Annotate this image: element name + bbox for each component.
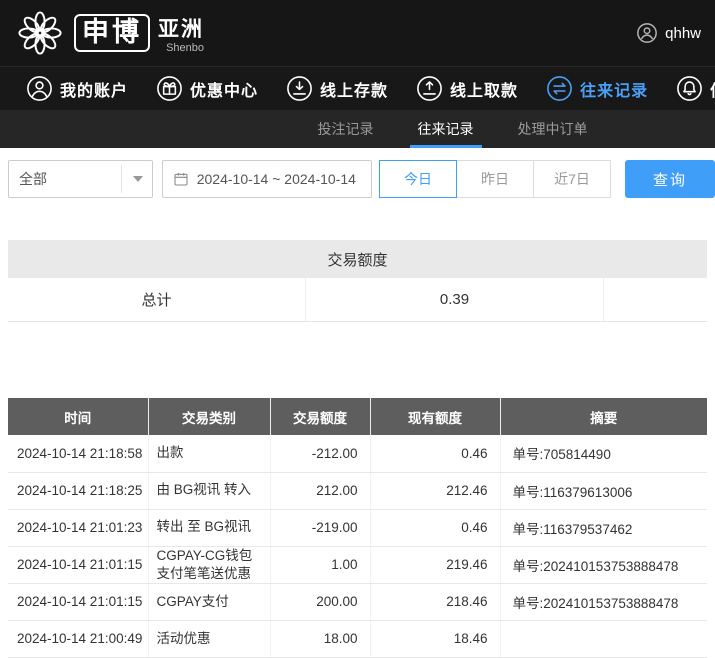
column-header-1: 交易类别 <box>148 398 270 435</box>
table-cell: 单号:202410153753888478 <box>500 546 707 583</box>
table-cell: 219.46 <box>370 546 500 583</box>
quick-button-yesterday[interactable]: 昨日 <box>456 160 534 198</box>
table-row: 2024-10-14 21:01:23转出 至 BG视讯-219.000.46单… <box>8 509 707 546</box>
chevron-down-icon <box>133 176 143 182</box>
nav-item-withdraw[interactable]: 线上取款 <box>416 75 518 102</box>
table-cell: 18.46 <box>370 620 500 657</box>
table-row: 2024-10-14 21:00:49活动优惠18.0018.46 <box>8 620 707 657</box>
records-table: 时间交易类别交易额度现有额度摘要 2024-10-14 21:18:58出款-2… <box>8 398 707 658</box>
table-cell: 单号:116379613006 <box>500 472 707 509</box>
tab-pending-orders[interactable]: 处理中订单 <box>510 110 596 148</box>
table-cell: 2024-10-14 21:01:15 <box>8 583 148 620</box>
summary-empty-cell <box>604 278 707 321</box>
table-cell: 单号:116379537462 <box>500 509 707 546</box>
user-account[interactable]: qhhw <box>636 22 701 44</box>
records-body: 2024-10-14 21:18:58出款-212.000.46单号:70581… <box>8 435 707 657</box>
table-cell: -212.00 <box>270 435 370 472</box>
tab-bet-records[interactable]: 投注记录 <box>310 110 382 148</box>
logo-region-text: 亚洲 <box>158 13 204 43</box>
nav-item-label: 线上存款 <box>320 77 388 101</box>
type-select-value: 全部 <box>19 169 47 189</box>
gift-icon <box>156 75 183 102</box>
summary-total-value: 0.39 <box>306 278 604 321</box>
table-cell: 0.46 <box>370 435 500 472</box>
table-cell: 2024-10-14 21:01:23 <box>8 509 148 546</box>
summary-total-label: 总计 <box>8 278 306 321</box>
table-cell: 出款 <box>148 435 270 472</box>
main-nav: 我的账户 优惠中心 线上存款 线上取款 往来记录 信息 <box>0 66 715 110</box>
table-cell: 218.46 <box>370 583 500 620</box>
table-cell: CGPAY-CG钱包支付笔笔送优惠 <box>148 546 270 583</box>
table-cell: 单号:202410153753888478 <box>500 583 707 620</box>
table-cell: CGPAY支付 <box>148 583 270 620</box>
exchange-icon <box>546 75 573 102</box>
table-cell: 200.00 <box>270 583 370 620</box>
calendar-icon <box>173 171 189 187</box>
table-cell: 212.00 <box>270 472 370 509</box>
user-avatar-icon <box>636 22 658 44</box>
tab-transaction-records[interactable]: 往来记录 <box>410 110 482 148</box>
table-row: 2024-10-14 21:18:58出款-212.000.46单号:70581… <box>8 435 707 472</box>
table-cell: 212.46 <box>370 472 500 509</box>
records-header-row: 时间交易类别交易额度现有额度摘要 <box>8 398 707 435</box>
column-header-2: 交易额度 <box>270 398 370 435</box>
quick-range-group: 今日昨日近7日 <box>380 160 611 198</box>
table-cell: 1.00 <box>270 546 370 583</box>
column-header-0: 时间 <box>8 398 148 435</box>
nav-item-promo[interactable]: 优惠中心 <box>156 75 258 102</box>
withdraw-icon <box>416 75 443 102</box>
user-icon <box>26 75 53 102</box>
nav-item-account[interactable]: 我的账户 <box>26 75 128 102</box>
type-select[interactable]: 全部 <box>8 160 153 198</box>
spacer <box>0 210 715 240</box>
table-cell: 2024-10-14 21:01:15 <box>8 546 148 583</box>
summary-table: 交易额度 总计 0.39 <box>8 240 707 322</box>
table-cell: -219.00 <box>270 509 370 546</box>
nav-item-message[interactable]: 信息 <box>676 75 715 102</box>
table-cell: 单号:705814490 <box>500 435 707 472</box>
filter-bar: 全部 2024-10-14 ~ 2024-10-14 今日昨日近7日 查询 <box>0 148 715 210</box>
column-header-4: 摘要 <box>500 398 707 435</box>
table-row: 2024-10-14 21:01:15CGPAY-CG钱包支付笔笔送优惠1.00… <box>8 546 707 583</box>
table-cell <box>500 620 707 657</box>
table-cell: 转出 至 BG视讯 <box>148 509 270 546</box>
sub-nav-tabs: 投注记录往来记录处理中订单 <box>296 110 610 148</box>
sub-nav: 投注记录往来记录处理中订单 <box>0 110 715 148</box>
quick-button-today[interactable]: 今日 <box>379 160 457 198</box>
logo-shenbo-text: 申博 <box>74 14 150 52</box>
nav-item-label: 线上取款 <box>450 77 518 101</box>
summary-row: 总计 0.39 <box>8 278 707 322</box>
username-text: qhhw <box>665 25 701 42</box>
deposit-icon <box>286 75 313 102</box>
nav-item-label: 我的账户 <box>60 77 128 101</box>
quick-button-last7[interactable]: 近7日 <box>533 160 611 198</box>
table-cell: 2024-10-14 21:00:49 <box>8 620 148 657</box>
bell-icon <box>676 75 703 102</box>
table-cell: 活动优惠 <box>148 620 270 657</box>
table-cell: 2024-10-14 21:18:25 <box>8 472 148 509</box>
column-header-3: 现有额度 <box>370 398 500 435</box>
table-cell: 由 BG视讯 转入 <box>148 472 270 509</box>
flower-logo-icon <box>14 7 66 59</box>
nav-item-deposit[interactable]: 线上存款 <box>286 75 388 102</box>
table-row: 2024-10-14 21:18:25由 BG视讯 转入212.00212.46… <box>8 472 707 509</box>
spacer <box>0 322 715 398</box>
search-button[interactable]: 查询 <box>625 160 715 198</box>
table-cell: 2024-10-14 21:18:58 <box>8 435 148 472</box>
table-cell: 0.46 <box>370 509 500 546</box>
nav-item-label: 信息 <box>710 77 715 101</box>
logo-region-block: 亚洲 Shenbo <box>158 13 204 54</box>
nav-item-records[interactable]: 往来记录 <box>546 75 648 102</box>
table-cell: 18.00 <box>270 620 370 657</box>
date-range-input[interactable]: 2024-10-14 ~ 2024-10-14 <box>162 160 372 198</box>
date-range-value: 2024-10-14 ~ 2024-10-14 <box>197 171 356 187</box>
logo-subtitle: Shenbo <box>166 42 204 54</box>
nav-item-label: 往来记录 <box>580 77 648 101</box>
select-divider <box>121 165 122 193</box>
nav-item-label: 优惠中心 <box>190 77 258 101</box>
table-row: 2024-10-14 21:01:15CGPAY支付200.00218.46单号… <box>8 583 707 620</box>
summary-title: 交易额度 <box>8 240 707 278</box>
top-header: 申博 亚洲 Shenbo qhhw <box>0 0 715 66</box>
